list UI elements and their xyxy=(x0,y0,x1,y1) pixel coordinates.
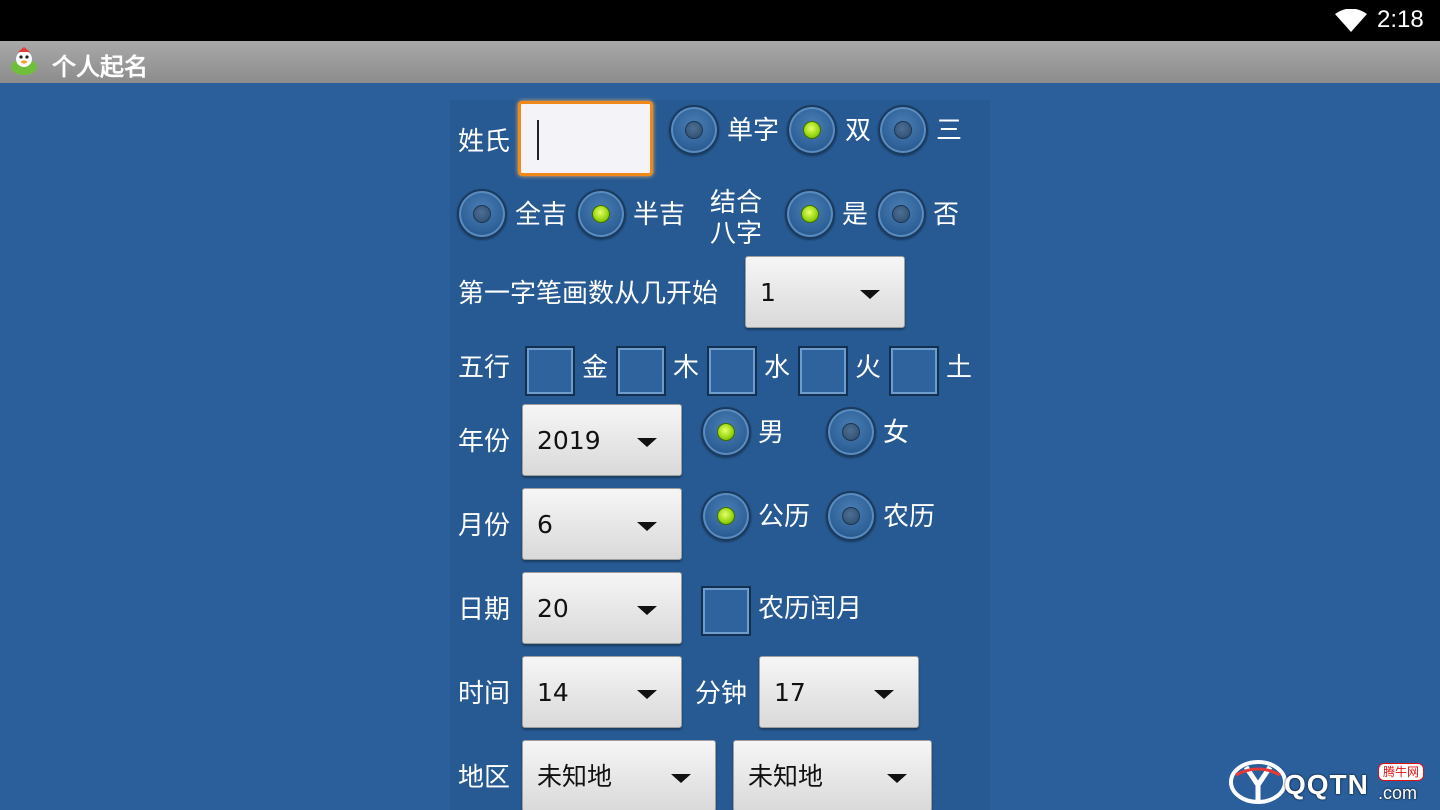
year-dropdown[interactable]: 2019 xyxy=(522,404,682,476)
app-title: 个人起名 xyxy=(52,53,148,81)
day-dropdown[interactable]: 20 xyxy=(522,572,682,644)
watermark-logo-icon xyxy=(1229,760,1287,804)
watermark: QQTN 腾牛网 .com xyxy=(1228,755,1433,805)
month-dropdown[interactable]: 6 xyxy=(522,488,682,560)
chevron-down-icon xyxy=(887,774,907,783)
year-label: 年份 xyxy=(458,427,511,457)
radio-single-char[interactable] xyxy=(669,105,719,155)
title-bar: 个人起名 xyxy=(0,41,1440,83)
radio-female-label: 女 xyxy=(883,418,910,448)
surname-label: 姓氏 xyxy=(458,127,511,157)
first-stroke-label: 第一字笔画数从几开始 xyxy=(458,279,719,309)
chevron-down-icon xyxy=(860,290,880,299)
day-value: 20 xyxy=(537,594,569,623)
watermark-text: QQTN xyxy=(1284,769,1369,800)
status-bar: 2:18 xyxy=(0,0,1440,41)
radio-half-lucky[interactable] xyxy=(576,189,626,239)
chevron-down-icon xyxy=(637,522,657,531)
radio-indicator-icon xyxy=(892,205,910,223)
chevron-down-icon xyxy=(671,774,691,783)
radio-bazi-no-label: 否 xyxy=(933,200,960,230)
radio-solar-calendar[interactable] xyxy=(701,491,751,541)
checkbox-water-label: 水 xyxy=(764,353,791,383)
radio-solar-calendar-label: 公历 xyxy=(758,502,811,532)
minute-dropdown[interactable]: 17 xyxy=(759,656,919,728)
hour-label: 时间 xyxy=(458,679,511,709)
region-city-dropdown[interactable]: 未知地 xyxy=(733,740,932,810)
checkbox-earth[interactable] xyxy=(889,346,939,396)
radio-indicator-icon xyxy=(685,121,703,139)
radio-triple-char-label: 三 xyxy=(936,116,963,146)
first-stroke-value: 1 xyxy=(760,278,776,307)
checkbox-wood[interactable] xyxy=(616,346,666,396)
radio-indicator-icon xyxy=(717,507,735,525)
radio-bazi-yes-label: 是 xyxy=(842,200,869,230)
app-logo-icon xyxy=(11,47,37,75)
chevron-down-icon xyxy=(637,438,657,447)
day-label: 日期 xyxy=(458,595,511,625)
minute-value: 17 xyxy=(774,678,806,707)
checkbox-leap-month[interactable] xyxy=(701,586,751,636)
month-value: 6 xyxy=(537,510,553,539)
radio-female[interactable] xyxy=(826,407,876,457)
bazi-label-line1: 结合 xyxy=(710,188,763,218)
month-label: 月份 xyxy=(458,511,511,541)
hour-value: 14 xyxy=(537,678,569,707)
radio-indicator-icon xyxy=(717,423,735,441)
watermark-badge: 腾牛网 xyxy=(1378,763,1425,781)
checkbox-water[interactable] xyxy=(707,346,757,396)
status-time: 2:18 xyxy=(1377,6,1424,33)
radio-half-lucky-label: 半吉 xyxy=(633,200,686,230)
radio-indicator-icon xyxy=(473,205,491,223)
radio-double-char-label: 双 xyxy=(845,116,872,146)
wuxing-label: 五行 xyxy=(458,353,511,383)
watermark-suffix: .com xyxy=(1378,783,1418,803)
radio-indicator-icon xyxy=(842,423,860,441)
radio-all-lucky[interactable] xyxy=(457,189,507,239)
checkbox-fire-label: 火 xyxy=(855,353,882,383)
checkbox-earth-label: 土 xyxy=(946,353,973,383)
radio-lunar-calendar-label: 农历 xyxy=(883,502,936,532)
region-city-value: 未知地 xyxy=(748,762,824,791)
radio-bazi-yes[interactable] xyxy=(785,189,835,239)
year-value: 2019 xyxy=(537,426,601,455)
surname-input[interactable] xyxy=(518,101,653,176)
minute-label: 分钟 xyxy=(695,679,748,709)
wifi-icon xyxy=(1335,9,1367,32)
radio-indicator-icon xyxy=(894,121,912,139)
region-province-dropdown[interactable]: 未知地 xyxy=(522,740,716,810)
chevron-down-icon xyxy=(637,690,657,699)
text-caret xyxy=(537,120,539,160)
chevron-down-icon xyxy=(874,690,894,699)
radio-lunar-calendar[interactable] xyxy=(826,491,876,541)
chevron-down-icon xyxy=(637,606,657,615)
radio-double-char[interactable] xyxy=(787,105,837,155)
radio-indicator-icon xyxy=(801,205,819,223)
first-stroke-dropdown[interactable]: 1 xyxy=(745,256,905,328)
checkbox-metal[interactable] xyxy=(525,346,575,396)
radio-indicator-icon xyxy=(592,205,610,223)
radio-male-label: 男 xyxy=(758,418,785,448)
radio-triple-char[interactable] xyxy=(878,105,928,155)
radio-indicator-icon xyxy=(842,507,860,525)
region-label: 地区 xyxy=(458,763,511,793)
radio-bazi-no[interactable] xyxy=(876,189,926,239)
hour-dropdown[interactable]: 14 xyxy=(522,656,682,728)
checkbox-leap-month-label: 农历闰月 xyxy=(758,594,863,624)
radio-male[interactable] xyxy=(701,407,751,457)
radio-single-char-label: 单字 xyxy=(727,116,780,146)
checkbox-wood-label: 木 xyxy=(673,353,700,383)
radio-indicator-icon xyxy=(803,121,821,139)
radio-all-lucky-label: 全吉 xyxy=(515,200,568,230)
checkbox-metal-label: 金 xyxy=(582,353,609,383)
bazi-label-line2: 八字 xyxy=(710,219,763,249)
region-province-value: 未知地 xyxy=(537,762,613,791)
checkbox-fire[interactable] xyxy=(798,346,848,396)
